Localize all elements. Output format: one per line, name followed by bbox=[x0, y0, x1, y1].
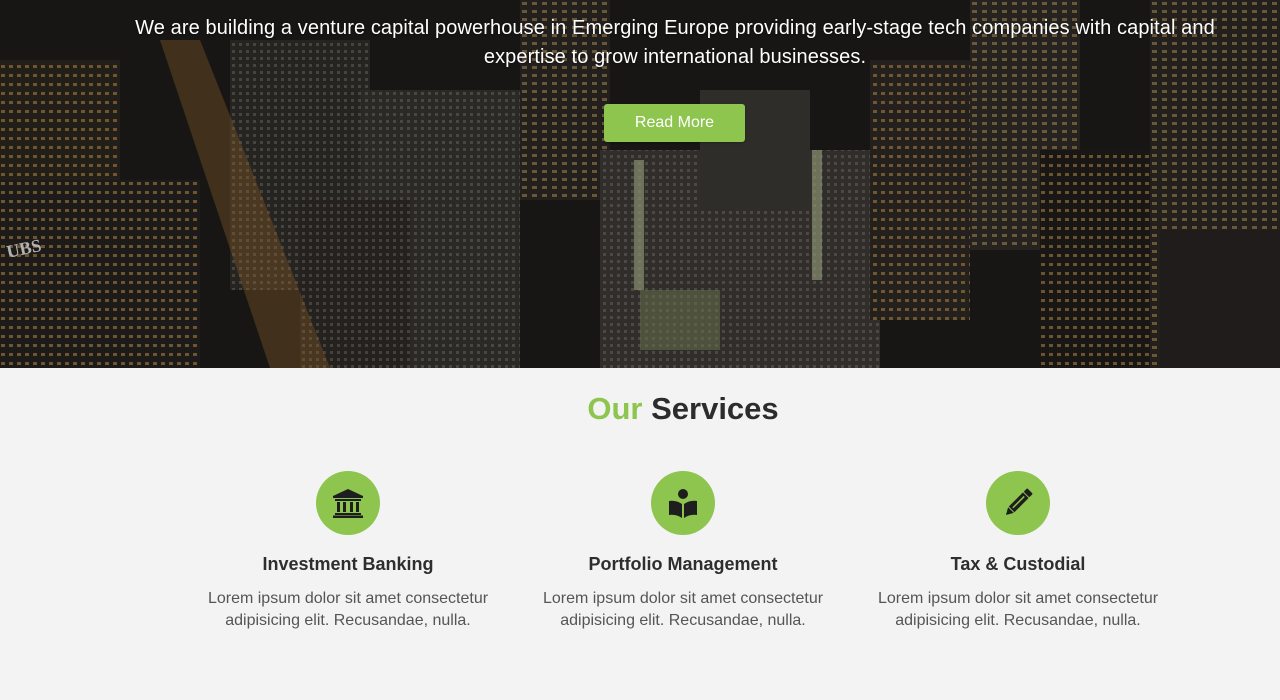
service-card-tax-custodial: Tax & Custodial Lorem ipsum dolor sit am… bbox=[863, 471, 1173, 632]
services-title-accent: Our bbox=[587, 391, 643, 426]
hero-tagline: We are building a venture capital powerh… bbox=[135, 17, 1215, 68]
service-description: Lorem ipsum dolor sit amet consectetur a… bbox=[542, 590, 824, 629]
service-icon-circle bbox=[316, 471, 380, 535]
services-title: Our Services bbox=[0, 390, 1280, 428]
bank-icon bbox=[333, 489, 363, 518]
service-title: Portfolio Management bbox=[588, 554, 778, 574]
services-title-rest: Services bbox=[651, 391, 779, 426]
service-title: Investment Banking bbox=[262, 554, 434, 574]
pencil-icon bbox=[1005, 488, 1033, 516]
service-icon-circle bbox=[651, 471, 715, 535]
service-icon-circle bbox=[986, 471, 1050, 535]
service-card-portfolio-management: Portfolio Management Lorem ipsum dolor s… bbox=[528, 471, 838, 632]
service-title: Tax & Custodial bbox=[950, 554, 1086, 574]
service-card-investment-banking: Investment Banking Lorem ipsum dolor sit… bbox=[193, 471, 503, 632]
read-more-button[interactable]: Read More bbox=[604, 104, 745, 142]
service-description: Lorem ipsum dolor sit amet consectetur a… bbox=[207, 590, 489, 629]
service-description: Lorem ipsum dolor sit amet consectetur a… bbox=[877, 590, 1159, 629]
book-reader-icon bbox=[669, 489, 697, 518]
page: UBS We are building a venture capital po… bbox=[0, 0, 1280, 700]
hero-section: UBS We are building a venture capital po… bbox=[0, 0, 1280, 368]
